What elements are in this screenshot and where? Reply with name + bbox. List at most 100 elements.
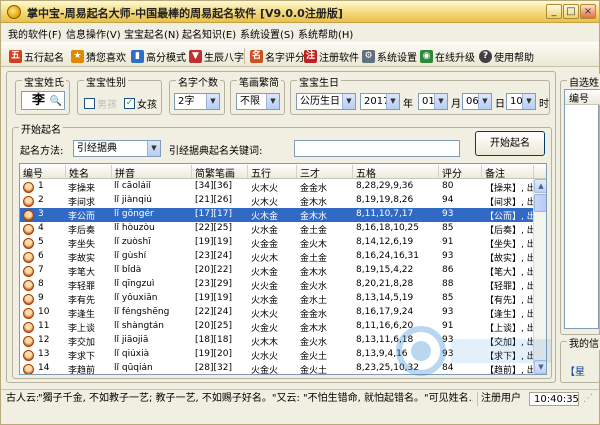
toolbar: 五五行起名 ★ 猜您喜欢 ▮ 高分模式 ▼ 生辰八字 名名字评分 注注册软件 ⚙ 系统设…: [1, 42, 599, 67]
table-cell: 80: [442, 181, 454, 191]
column-header-five-grids[interactable]: 五格: [353, 165, 439, 180]
table-cell: [17][17]: [195, 209, 232, 219]
column-header-no[interactable]: 编号: [20, 165, 66, 180]
favorites-list[interactable]: 编号: [564, 89, 600, 329]
birth-year-select[interactable]: 2017 ▼: [360, 93, 400, 110]
table-cell: 金木水: [300, 198, 328, 208]
five-elements-naming-button[interactable]: 五五行起名: [9, 48, 64, 64]
child-avatar-icon: [23, 182, 34, 193]
start-naming-button[interactable]: 开始起名: [475, 131, 545, 156]
table-cell: 8,13,11,6,18: [356, 335, 414, 345]
table-cell: 93: [442, 335, 454, 345]
name-score-button[interactable]: 名名字评分: [250, 48, 305, 64]
chevron-down-icon: ▼: [266, 94, 279, 109]
table-cell: 李故实: [68, 254, 96, 264]
column-header-five-elements[interactable]: 五行: [248, 165, 297, 180]
table-row[interactable]: 1 李操来 lǐ cāoláiǐ [34][36] 火木火 金金水 8,28,29,9,36…: [20, 180, 534, 194]
menu-naming-knowledge[interactable]: 起名知识(E): [182, 26, 236, 41]
table-cell: 火火金: [251, 282, 279, 292]
table-cell: 李上谈: [68, 324, 96, 334]
table-cell: lǐ jiànqiú: [114, 195, 152, 205]
name-count-select[interactable]: 2字 ▼: [174, 93, 220, 110]
app-logo-icon: [7, 5, 21, 19]
table-row[interactable]: 10 李逢生 lǐ féngshēng [22][24] 火木火 金金水 8,16,17,9…: [20, 306, 534, 320]
birth-month-select[interactable]: 01 ▼: [418, 93, 448, 110]
help-button[interactable]: ? 使用帮助: [479, 48, 534, 64]
table-cell: 李后奏: [68, 226, 96, 236]
scroll-thumb[interactable]: [534, 194, 546, 212]
surname-input[interactable]: 李 🔍: [21, 91, 65, 110]
table-row[interactable]: 12 李交加 lǐ jiāojiā [18][18] 火木木 金火水 8,13,11,6,1…: [20, 334, 534, 348]
column-header-three-talents[interactable]: 三才: [297, 165, 353, 180]
high-score-mode-button[interactable]: ▮ 高分模式: [131, 48, 186, 64]
register-icon: 注: [304, 49, 317, 63]
medal-icon: 名: [250, 49, 263, 63]
scroll-up-icon[interactable]: ▲: [534, 179, 546, 193]
scroll-down-icon[interactable]: ▼: [534, 360, 546, 374]
table-row[interactable]: 14 李趋前 lǐ qūqián [28][32] 火金火 金火土 8,23,25,10,3…: [20, 362, 534, 374]
menu-my-software[interactable]: 我的软件(F): [8, 26, 62, 41]
column-header-name[interactable]: 姓名: [66, 165, 112, 180]
table-cell: 火木木: [251, 338, 279, 348]
male-checkbox[interactable]: 男孩: [84, 96, 117, 111]
close-button[interactable]: ×: [580, 4, 596, 19]
table-header: 编号 姓名 拼音 简繁笔画 五行 三才 五格 评分 备注: [20, 164, 546, 180]
table-cell: [18][18]: [195, 335, 232, 345]
menu-info-ops[interactable]: 信息操作(V): [66, 26, 121, 41]
title-bar[interactable]: 掌中宝-周易起名大师-中国最棒的周易起名软件 [V9.0.0注册版] _ □ ×: [1, 1, 599, 23]
table-row[interactable]: 7 李笔大 lǐ bǐdà [20][22] 火木金 金木水 8,19,15,4,22 86 【…: [20, 264, 534, 278]
table-row[interactable]: 5 李坐失 lǐ zuòshī [19][19] 火金金 金火木 8,14,12,6,19 9…: [20, 236, 534, 250]
column-header-score[interactable]: 评分: [439, 165, 482, 180]
search-icon[interactable]: 🔍: [50, 93, 62, 109]
naming-method-select[interactable]: 引经据典 ▼: [73, 140, 161, 157]
table-row[interactable]: 6 李故实 lǐ gùshí [23][24] 火火木 金土金 8,16,24,16,31 9…: [20, 250, 534, 264]
system-settings-button[interactable]: ⚙ 系统设置: [362, 48, 417, 64]
column-header-pinyin[interactable]: 拼音: [112, 165, 192, 180]
table-cell: lǐ zuòshī: [114, 237, 151, 247]
birth-eight-chars-button[interactable]: ▼ 生辰八字: [189, 48, 244, 64]
resize-grip-icon[interactable]: ⋰: [583, 392, 597, 406]
table-cell: 13: [38, 349, 50, 359]
table-cell: 金金水: [300, 184, 328, 194]
minimize-button[interactable]: _: [546, 4, 562, 19]
help-icon: ?: [479, 49, 492, 63]
chart-icon: ▮: [131, 49, 144, 63]
birth-day-select[interactable]: 06 ▼: [462, 93, 492, 110]
table-cell: lǐ cāoláiǐ: [114, 181, 151, 191]
table-cell: 金木水: [300, 324, 328, 334]
table-cell: 【上谈】, 出: [485, 324, 534, 334]
user-type: 注册用户: [477, 392, 525, 406]
table-row[interactable]: 2 李间求 lǐ jiànqiú [21][26] 火木火 金木水 8,19,19,8,26…: [20, 194, 534, 208]
online-upgrade-button[interactable]: ◉ 在线升级: [420, 48, 475, 64]
table-cell: 【有先】, 出: [485, 296, 534, 306]
table-row[interactable]: 13 李求下 lǐ qiúxià [19][20] 火水火 金火土 8,13,9,4,16 9…: [20, 348, 534, 362]
column-header-strokes[interactable]: 简繁笔画: [192, 165, 248, 180]
table-cell: 金金水: [300, 310, 328, 320]
keyword-input[interactable]: [294, 140, 460, 157]
stroke-style-select[interactable]: 不限 ▼: [236, 93, 280, 110]
table-cell: [19][20]: [195, 349, 232, 359]
table-cell: 李交加: [68, 338, 96, 348]
menu-system-help[interactable]: 系统帮助(H): [298, 26, 353, 41]
female-checkbox[interactable]: ✓ 女孩: [124, 96, 157, 111]
calendar-type-select[interactable]: 公历生日 ▼: [296, 93, 356, 110]
register-software-button[interactable]: 注注册软件: [304, 48, 359, 64]
table-row[interactable]: 9 李有先 lǐ yǒuxiān [19][19] 火水金 金水土 8,13,14,5,19…: [20, 292, 534, 306]
table-cell: 3: [38, 209, 44, 219]
vertical-scrollbar[interactable]: ▲ ▼: [533, 179, 546, 374]
guess-you-like-button[interactable]: ★ 猜您喜欢: [71, 48, 126, 64]
table-row[interactable]: 3 李公而 lǐ gōngér [17][17] 火木金 金木水 8,11,10,7,17 9…: [20, 208, 534, 222]
column-header-remark[interactable]: 备注: [482, 165, 534, 180]
table-row[interactable]: 11 李上谈 lǐ shàngtán [20][25] 火金火 金木水 8,11,16,6,…: [20, 320, 534, 334]
menu-baby-naming[interactable]: 宝宝起名(N): [124, 26, 179, 41]
table-cell: 【坐失】, 出: [485, 240, 534, 250]
maximize-button[interactable]: □: [563, 4, 579, 19]
table-row[interactable]: 4 李后奏 lǐ hòuzòu [22][25] 火水金 金土金 8,16,18,10,25…: [20, 222, 534, 236]
table-cell: 8,13,9,4,16: [356, 349, 408, 359]
table-cell: 4: [38, 223, 44, 233]
table-row[interactable]: 8 李轻罪 lǐ qīngzuì [23][29] 火火金 金火水 8,20,21,8,28…: [20, 278, 534, 292]
table-cell: 93: [442, 209, 454, 219]
window-title: 掌中宝-周易起名大师-中国最棒的周易起名软件 [V9.0.0注册版]: [27, 7, 343, 20]
menu-system-settings[interactable]: 系统设置(S): [240, 26, 294, 41]
birth-hour-select[interactable]: 10 ▼: [506, 93, 536, 110]
